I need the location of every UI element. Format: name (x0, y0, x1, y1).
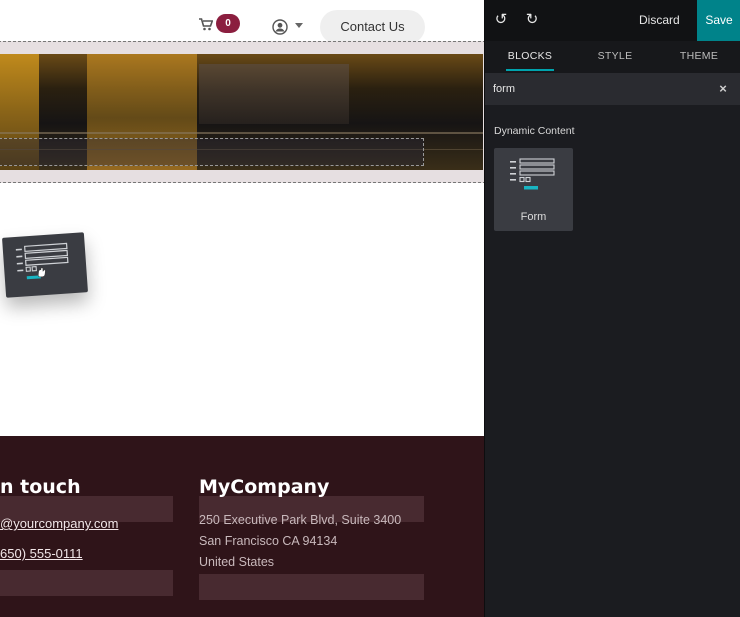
site-footer: n touch @yourcompany.com 650) 555-0111 M… (0, 436, 484, 617)
footer-address-line: San Francisco CA 94134 (199, 534, 338, 548)
footer-address-line: United States (199, 555, 275, 569)
tab-theme[interactable]: THEME (677, 41, 721, 73)
cart-count-badge: 0 (216, 14, 240, 33)
editor-panel: ↺ ↻ Discard Save BLOCKS STYLE THEME × Dy… (484, 0, 740, 617)
page: 0 Contact Us n touch @yourcompany.com 65… (0, 0, 740, 617)
save-button[interactable]: Save (697, 0, 740, 41)
redo-icon[interactable]: ↻ (524, 12, 540, 28)
cart-link[interactable]: 0 (199, 14, 241, 36)
banner-inner-block[interactable] (0, 138, 424, 166)
dragged-form-block[interactable] (2, 232, 88, 298)
block-label: Form (520, 211, 547, 223)
contact-us-button[interactable]: Contact Us (320, 10, 425, 44)
footer-email-link[interactable]: @yourcompany.com (0, 516, 118, 531)
undo-icon[interactable]: ↺ (493, 12, 509, 28)
user-menu[interactable] (272, 19, 308, 35)
footer-address-line: 250 Executive Park Blvd, Suite 3400 (199, 513, 402, 527)
form-icon (15, 242, 69, 280)
website-preview: 0 Contact Us n touch @yourcompany.com 65… (0, 0, 484, 617)
footer-phone-link[interactable]: 650) 555-0111 (0, 546, 83, 561)
footer-box (199, 574, 424, 600)
discard-button[interactable]: Discard (639, 0, 680, 41)
footer-contact-title: n touch (0, 476, 81, 498)
block-search: × (485, 73, 740, 105)
chevron-down-icon (295, 23, 303, 28)
cart-icon (199, 18, 213, 31)
form-icon (510, 158, 555, 190)
footer-box (0, 570, 173, 596)
editor-toolbar: ↺ ↻ Discard Save (485, 0, 740, 41)
banner-image (0, 54, 483, 170)
tab-blocks[interactable]: BLOCKS (506, 41, 554, 73)
tab-style[interactable]: STYLE (593, 41, 637, 73)
close-icon[interactable]: × (715, 81, 731, 97)
block-search-input[interactable] (493, 79, 693, 99)
banner-section[interactable] (0, 41, 484, 183)
form-block-thumbnail[interactable]: Form (494, 148, 573, 231)
user-icon (272, 19, 288, 35)
footer-company-title: MyCompany (199, 476, 330, 498)
site-header: 0 Contact Us (0, 0, 484, 44)
category-title: Dynamic Content (494, 125, 575, 137)
editor-tabs: BLOCKS STYLE THEME (485, 41, 740, 73)
